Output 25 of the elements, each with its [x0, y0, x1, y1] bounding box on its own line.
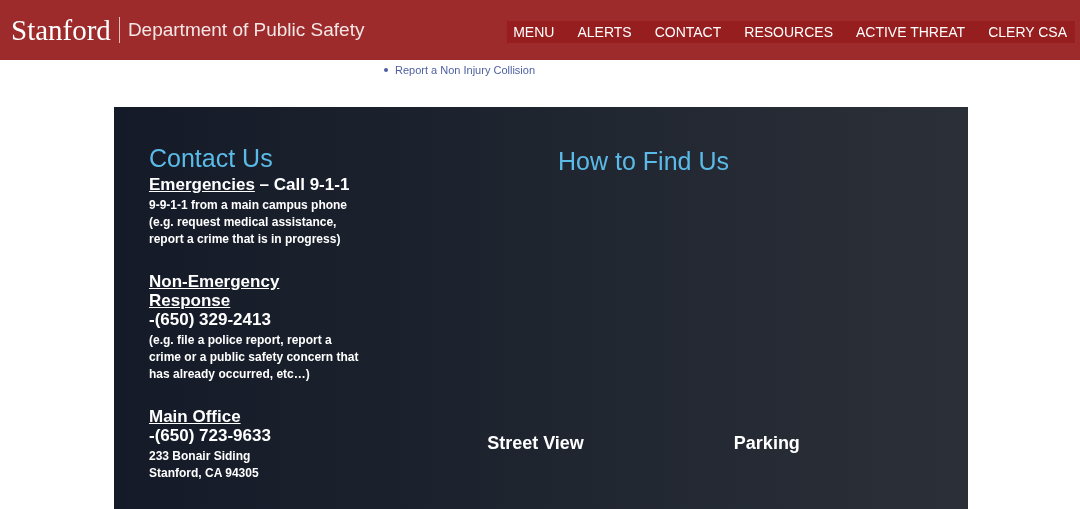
section-heading-link[interactable]: Emergencies — [149, 175, 255, 194]
section-suffix: – Call 9-1-1 — [258, 175, 350, 194]
info-text: Stanford, CA 94305 — [149, 465, 260, 482]
find-us-heading: How to Find Us — [558, 146, 729, 176]
nav-link[interactable]: RESOURCES — [744, 21, 833, 43]
section-heading-link[interactable]: Non-Emergency Response — [149, 272, 289, 310]
contact-heading: Contact Us — [149, 143, 274, 173]
nav-link[interactable]: CONTACT — [654, 21, 722, 43]
nav-link[interactable]: MENU — [513, 21, 555, 43]
find-link[interactable]: Street View — [487, 430, 584, 457]
section-heading-link[interactable]: Main Office — [149, 407, 241, 426]
info-text: 233 Bonair Siding — [149, 448, 252, 465]
nav-link[interactable]: CLERY CSA — [988, 21, 1067, 43]
stanford-logo[interactable]: Stanford — [11, 15, 111, 45]
info-text: (e.g. request medical assistance, report a crime that is in progress) — [149, 214, 342, 248]
nav-link[interactable]: ALERTS — [577, 21, 632, 43]
find-link[interactable]: Parking — [733, 430, 800, 457]
phone-number: -(650) 329-2413 — [149, 310, 272, 329]
phone-number: -(650) 723-9633 — [149, 426, 272, 445]
nav-link[interactable]: ACTIVE THREAT — [855, 21, 966, 43]
page-link[interactable]: Report a Non Injury Collision — [395, 62, 535, 79]
bullet-icon — [384, 68, 388, 73]
site-title[interactable]: Department of Public Safety — [127, 15, 365, 45]
info-text: 9-9-1-1 from a main campus phone — [149, 197, 349, 214]
info-text: (e.g. file a police report, report a crime or a public safety concern that has already occurred, etc…) — [149, 332, 360, 383]
